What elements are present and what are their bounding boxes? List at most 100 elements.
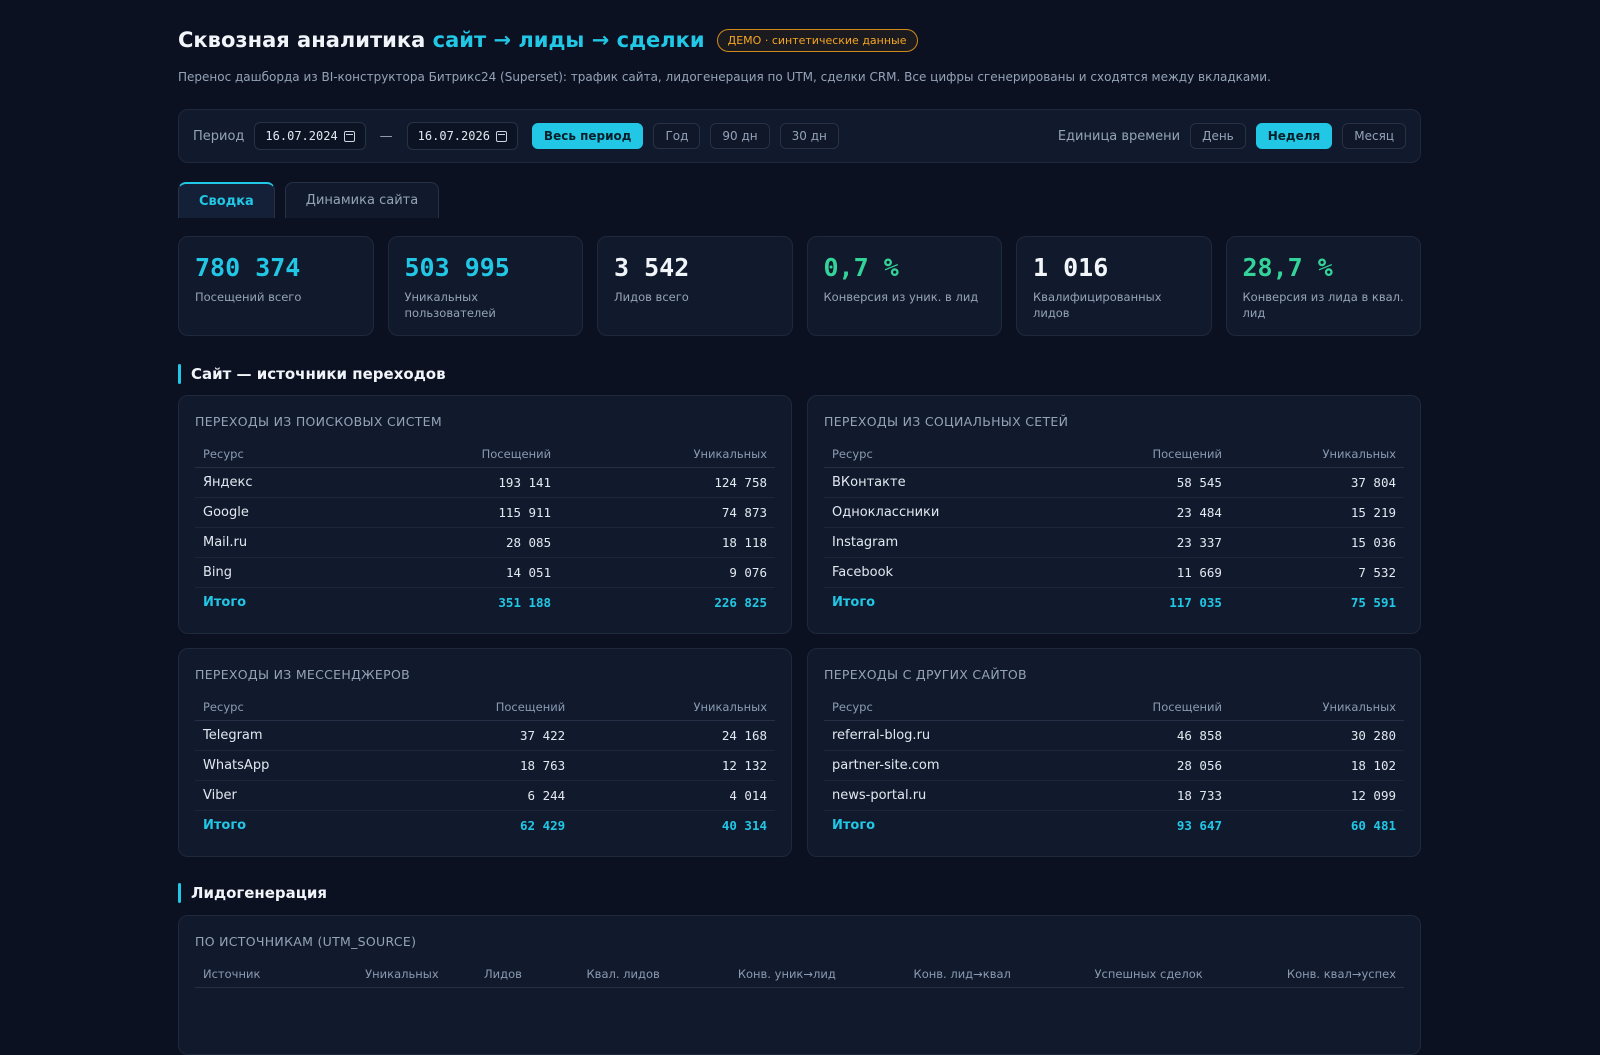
col-header[interactable]: Посещений [380, 694, 574, 721]
range-year-button[interactable]: Год [653, 123, 701, 149]
col-header[interactable]: Уникальных [559, 441, 775, 468]
table-row[interactable]: Facebook 11 669 7 532 [824, 557, 1404, 588]
title-row: Сквозная аналитика сайт → лиды → сделки … [178, 28, 918, 52]
range-90d-button[interactable]: 90 дн [710, 123, 770, 149]
table-row[interactable]: Telegram 37 422 24 168 [195, 720, 775, 751]
tab-site-dynamics[interactable]: Динамика сайта [284, 182, 440, 218]
unique-value: 12 099 [1230, 780, 1404, 811]
col-header[interactable]: Уникальных [308, 961, 447, 988]
calendar-icon[interactable] [343, 130, 355, 142]
resource-name: ВКонтакте [824, 467, 1064, 498]
search-table: Ресурс Посещений Уникальных Яндекс 193 141 12… [195, 441, 775, 618]
visits-value: 115 911 [353, 497, 560, 528]
unit-week-button[interactable]: Неделя [1255, 123, 1333, 149]
col-header[interactable]: Ресурс [195, 441, 354, 468]
col-header[interactable]: Посещений [1063, 441, 1230, 468]
total-value: 62 429 [520, 818, 566, 834]
unique-value: 24 168 [573, 720, 775, 751]
col-header[interactable]: Конв. уник→лид [667, 961, 844, 988]
page-subtitle: Перенос дашборда из BI-конструктора Битр… [178, 70, 1271, 84]
table-row[interactable]: news-portal.ru 18 733 12 099 [824, 780, 1404, 811]
col-header[interactable]: Посещений [353, 441, 560, 468]
col-header[interactable]: Успешных сделок [1018, 961, 1211, 988]
unique-value: 18 102 [1230, 750, 1404, 781]
col-header[interactable]: Уникальных [1229, 441, 1404, 468]
card-messengers: ПЕРЕХОДЫ ИЗ МЕССЕНДЖЕРОВ Ресурс Посещений… [178, 648, 792, 857]
col-header[interactable]: Уникальных [1230, 694, 1404, 721]
table-header-row: Ресурс Посещений Уникальных [824, 694, 1404, 721]
col-header[interactable]: Посещений [1063, 694, 1231, 721]
resource-name: WhatsApp [195, 750, 381, 781]
card-utm-sources: ПО ИСТОЧНИКАМ (UTM_SOURCE) Источник Уник… [178, 915, 1421, 1055]
total-row: Итого 93 647 60 481 [824, 811, 1404, 841]
card-title: ПО ИСТОЧНИКАМ (UTM_SOURCE) [195, 934, 417, 949]
other-sites-table: Ресурс Посещений Уникальных referral-blog.r… [824, 694, 1404, 841]
table-row[interactable]: Mail.ru 28 085 18 118 [195, 527, 775, 558]
card-title: ПЕРЕХОДЫ С ДРУГИХ САЙТОВ [824, 667, 1027, 682]
unique-value: 9 076 [559, 557, 775, 588]
section-accent-bar [178, 883, 181, 903]
kpi-value: 780 374 [195, 253, 301, 282]
title-accent: сайт → лиды → сделки [432, 28, 705, 52]
resource-name: Instagram [824, 527, 1064, 558]
visits-value: 6 244 [380, 780, 574, 811]
visits-value: 18 733 [1063, 780, 1231, 811]
unit-day-button[interactable]: День [1190, 123, 1246, 149]
filter-bar: Период 16.07.2024 — 16.07.2026 Весь пери… [178, 109, 1421, 163]
table-row[interactable]: Яндекс 193 141 124 758 [195, 467, 775, 498]
col-header[interactable]: Ресурс [824, 441, 1064, 468]
date-to-input[interactable]: 16.07.2026 [406, 122, 518, 150]
visits-value: 28 056 [1063, 750, 1231, 781]
total-value: 93 647 [1176, 818, 1223, 834]
col-header[interactable]: Ресурс [195, 694, 381, 721]
period-label: Период [193, 128, 245, 144]
messengers-table: Ресурс Посещений Уникальных Telegram 37 422 2… [195, 694, 775, 841]
resource-name: Bing [195, 557, 354, 588]
date-to-value: 16.07.2026 [417, 129, 490, 143]
total-row: Итого 62 429 40 314 [195, 811, 775, 841]
col-header[interactable]: Ресурс [824, 694, 1064, 721]
unique-value: 7 532 [1229, 557, 1404, 588]
col-header[interactable]: Конв. квал→успех [1210, 961, 1404, 988]
kpi-label: Лидов всего [614, 290, 689, 304]
card-social-networks: ПЕРЕХОДЫ ИЗ СОЦИАЛЬНЫХ СЕТЕЙ Ресурс Посещ… [807, 395, 1421, 634]
social-table: Ресурс Посещений Уникальных ВКонтакте 58 545… [824, 441, 1404, 618]
date-from-input[interactable]: 16.07.2024 [254, 122, 366, 150]
tab-summary[interactable]: Сводка [178, 182, 275, 218]
table-header-row: Ресурс Посещений Уникальных [195, 441, 775, 468]
kpi-value: 3 542 [614, 253, 690, 282]
table-row[interactable]: Одноклассники 23 484 15 219 [824, 497, 1404, 528]
col-header[interactable]: Конв. лид→квал [843, 961, 1019, 988]
unique-value: 15 036 [1229, 527, 1404, 558]
unit-month-button[interactable]: Месяц [1342, 123, 1406, 149]
visits-value: 58 545 [1063, 467, 1230, 498]
table-row[interactable]: ВКонтакте 58 545 37 804 [824, 467, 1404, 498]
section-site-sources: Сайт — источники переходов [178, 364, 446, 384]
col-header[interactable]: Уникальных [573, 694, 775, 721]
date-from-value: 16.07.2024 [265, 129, 338, 143]
total-value: 60 481 [1350, 818, 1396, 834]
unit-label: Единица времени [1057, 128, 1181, 144]
visits-value: 23 484 [1063, 497, 1230, 528]
table-row[interactable]: referral-blog.ru 46 858 30 280 [824, 720, 1404, 751]
total-row: Итого 117 035 75 591 [824, 588, 1404, 618]
total-label: Итого [203, 595, 247, 611]
card-title: ПЕРЕХОДЫ ИЗ СОЦИАЛЬНЫХ СЕТЕЙ [824, 414, 1069, 429]
kpi-card-leads: 3 542 Лидов всего [597, 236, 793, 336]
range-30d-button[interactable]: 30 дн [779, 123, 839, 149]
unique-value: 124 758 [559, 467, 775, 498]
tab-bar: Сводка Динамика сайта [178, 182, 440, 218]
table-row[interactable]: Google 115 911 74 873 [195, 497, 775, 528]
table-row[interactable]: Bing 14 051 9 076 [195, 557, 775, 588]
table-row[interactable]: Instagram 23 337 15 036 [824, 527, 1404, 558]
table-row[interactable]: WhatsApp 18 763 12 132 [195, 750, 775, 781]
col-header[interactable]: Лидов [446, 961, 530, 988]
col-header[interactable]: Квал. лидов [529, 961, 668, 988]
total-value: 40 314 [721, 818, 767, 834]
col-header[interactable]: Источник [195, 961, 309, 988]
range-all-button[interactable]: Весь период [531, 123, 644, 149]
table-row[interactable]: partner-site.com 28 056 18 102 [824, 750, 1404, 781]
unique-value: 74 873 [559, 497, 775, 528]
calendar-icon[interactable] [495, 130, 507, 142]
table-row[interactable]: Viber 6 244 4 014 [195, 780, 775, 811]
